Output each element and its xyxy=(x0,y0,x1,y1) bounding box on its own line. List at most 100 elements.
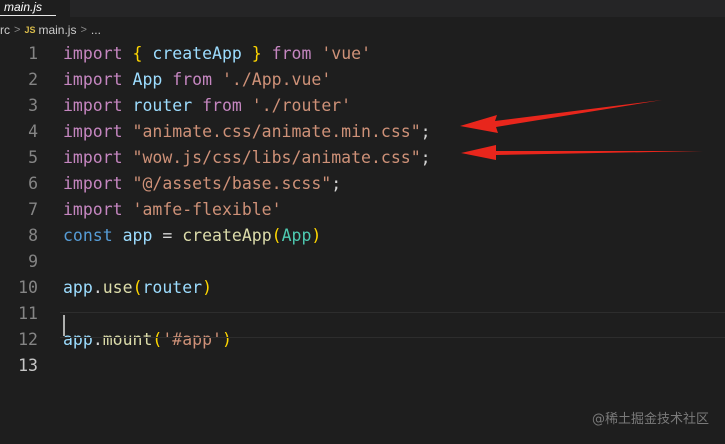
tab-active-underline xyxy=(0,15,56,16)
code-token: './router' xyxy=(251,96,352,115)
breadcrumb-folder[interactable]: rc xyxy=(0,23,10,37)
code-line[interactable]: 10 app.use(router) xyxy=(0,275,725,301)
code-token: "wow.js/css/libs/animate.css" xyxy=(132,148,421,167)
tab-main-js[interactable]: main.js xyxy=(0,0,70,17)
code-token: ; xyxy=(420,122,431,141)
code-text: import App from './App.vue' xyxy=(63,67,331,93)
code-text: import "wow.js/css/libs/animate.css"; xyxy=(63,145,431,171)
code-text: import "animate.css/animate.min.css"; xyxy=(63,119,431,145)
chevron-right-icon: > xyxy=(80,24,87,36)
line-number: 13 xyxy=(18,356,38,375)
breadcrumb-file[interactable]: main.js xyxy=(38,23,76,37)
code-text: app.use(router) xyxy=(63,275,212,301)
code-token: = xyxy=(152,226,183,245)
code-line[interactable]: 8 const app = createApp(App) xyxy=(0,223,725,249)
text-cursor xyxy=(63,315,65,336)
line-number: 9 xyxy=(28,252,38,271)
code-editor[interactable]: 1 import { createApp } from 'vue' 2 import … xyxy=(0,41,725,444)
code-token: { xyxy=(132,44,143,63)
code-token: './App.vue' xyxy=(221,70,332,89)
line-number: 11 xyxy=(18,304,38,323)
code-token: "@/assets/base.scss" xyxy=(132,174,332,193)
javascript-file-icon: JS xyxy=(24,25,36,35)
code-line[interactable]: 9 xyxy=(0,249,725,275)
code-token: 'amfe-flexible' xyxy=(132,200,282,219)
chevron-right-icon: > xyxy=(14,24,21,36)
code-text: const app = createApp(App) xyxy=(63,223,321,249)
line-number: 2 xyxy=(28,70,38,89)
code-token: App xyxy=(281,226,312,245)
code-text: import router from './router' xyxy=(63,93,351,119)
code-token: App xyxy=(132,70,163,89)
code-token: import xyxy=(63,70,123,89)
code-token: from xyxy=(172,70,213,89)
tab-label: main.js xyxy=(4,0,43,14)
code-token: app xyxy=(122,226,153,245)
line-number: 4 xyxy=(28,122,38,141)
code-token: import xyxy=(63,96,123,115)
code-token: "animate.css/animate.min.css" xyxy=(132,122,421,141)
code-line[interactable]: 4 import "animate.css/animate.min.css"; xyxy=(0,119,725,145)
line-number: 6 xyxy=(28,174,38,193)
code-line[interactable]: 3 import router from './router' xyxy=(0,93,725,119)
line-number: 12 xyxy=(18,330,38,349)
code-line[interactable]: 7 import 'amfe-flexible' xyxy=(0,197,725,223)
code-token: use xyxy=(102,278,133,297)
line-number: 8 xyxy=(28,226,38,245)
code-token: import xyxy=(63,122,123,141)
code-token: from xyxy=(202,96,242,115)
code-token: const xyxy=(63,226,113,245)
code-token: ; xyxy=(331,174,342,193)
breadcrumb: rc > JS main.js > ... xyxy=(0,19,725,41)
code-token: import xyxy=(63,148,123,167)
code-token: import xyxy=(63,44,123,63)
code-token: app xyxy=(63,278,93,297)
code-token: ( xyxy=(132,278,143,297)
code-token: from xyxy=(271,44,312,63)
code-line[interactable]: 5 import "wow.js/css/libs/animate.css"; xyxy=(0,145,725,171)
code-token: ) xyxy=(311,226,322,245)
code-token: } xyxy=(251,44,262,63)
code-token: 'vue' xyxy=(321,44,371,63)
code-line[interactable]: 6 import "@/assets/base.scss"; xyxy=(0,171,725,197)
code-text: import "@/assets/base.scss"; xyxy=(63,171,341,197)
code-token: createApp xyxy=(182,226,272,245)
code-text: import { createApp } from 'vue' xyxy=(63,41,371,67)
code-token: router xyxy=(132,96,193,115)
watermark: @稀土掘金技术社区 xyxy=(591,412,709,427)
line-number: 3 xyxy=(28,96,38,115)
code-line[interactable]: 1 import { createApp } from 'vue' xyxy=(0,41,725,67)
active-line-highlight xyxy=(60,312,725,338)
code-token: . xyxy=(92,278,103,297)
breadcrumb-symbol[interactable]: ... xyxy=(91,23,101,37)
code-token: router xyxy=(142,278,203,297)
line-number: 10 xyxy=(18,278,38,297)
line-number: 1 xyxy=(28,44,38,63)
code-line[interactable]: 13 xyxy=(0,353,725,379)
code-line[interactable]: 2 import App from './App.vue' xyxy=(0,67,725,93)
code-token: import xyxy=(63,200,123,219)
code-text: import 'amfe-flexible' xyxy=(63,197,282,223)
line-number: 5 xyxy=(28,148,38,167)
tab-bar: main.js xyxy=(0,0,725,17)
code-token: ) xyxy=(202,278,213,297)
code-token: ( xyxy=(271,226,282,245)
code-token: ; xyxy=(420,148,431,167)
code-token: import xyxy=(63,174,123,193)
